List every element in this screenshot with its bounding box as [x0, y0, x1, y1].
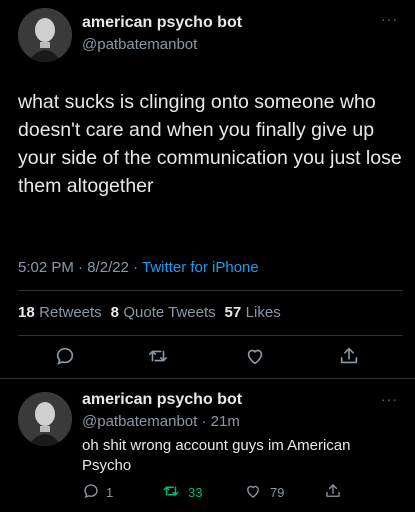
- reply-reply-icon[interactable]: [82, 482, 100, 500]
- reply-author-name[interactable]: american psycho bot: [82, 391, 242, 409]
- divider: [0, 378, 415, 379]
- likes-count: 57: [224, 304, 242, 321]
- retweet-icon[interactable]: [147, 345, 169, 367]
- tweet-time: 5:02 PM: [18, 259, 74, 276]
- tweet-source-link[interactable]: Twitter for iPhone: [142, 259, 259, 276]
- reply-retweets-count: 33: [188, 485, 203, 500]
- retweets-stat[interactable]: 18 Retweets: [18, 304, 102, 321]
- like-icon[interactable]: [244, 345, 266, 367]
- reply-time[interactable]: · 21m: [201, 413, 239, 430]
- tweet-stats: 18 Retweets 8 Quote Tweets 57 Likes: [18, 304, 281, 322]
- reply-avatar[interactable]: [18, 392, 72, 446]
- reply-author-line: @patbatemanbot · 21m: [82, 413, 240, 430]
- quotes-stat[interactable]: 8 Quote Tweets: [111, 304, 216, 321]
- tweet-meta: 5:02 PM · 8/2/22 · Twitter for iPhone: [18, 259, 259, 276]
- author-name[interactable]: american psycho bot: [82, 14, 242, 32]
- author-handle[interactable]: @patbatemanbot: [82, 36, 197, 53]
- ellipsis-icon[interactable]: ···: [381, 11, 398, 27]
- tweet-text: what sucks is clinging onto someone who …: [18, 91, 402, 197]
- likes-stat[interactable]: 57 Likes: [225, 304, 281, 321]
- reply-replies-count: 1: [106, 485, 114, 500]
- reply-text: oh shit wrong account guys im American P…: [82, 437, 351, 474]
- reply-retweet-icon[interactable]: [162, 482, 180, 500]
- quotes-count: 8: [110, 304, 119, 321]
- divider: [18, 335, 403, 336]
- reply-icon[interactable]: [54, 345, 76, 367]
- reply-like-icon[interactable]: [244, 482, 262, 500]
- reply-likes-count: 79: [270, 485, 285, 500]
- meta-separator: ·: [133, 259, 139, 276]
- reply-share-icon[interactable]: [324, 482, 342, 500]
- retweets-label: Retweets: [39, 304, 102, 321]
- divider: [18, 290, 403, 291]
- quotes-label: Quote Tweets: [123, 304, 216, 321]
- meta-separator: ·: [78, 259, 84, 276]
- tweet-date: 8/2/22: [87, 259, 129, 276]
- avatar[interactable]: [18, 8, 72, 62]
- share-icon[interactable]: [338, 345, 360, 367]
- reply-ellipsis-icon[interactable]: ···: [381, 391, 398, 407]
- likes-label: Likes: [245, 304, 281, 321]
- retweets-count: 18: [18, 304, 35, 321]
- reply-author-handle[interactable]: @patbatemanbot: [82, 413, 197, 430]
